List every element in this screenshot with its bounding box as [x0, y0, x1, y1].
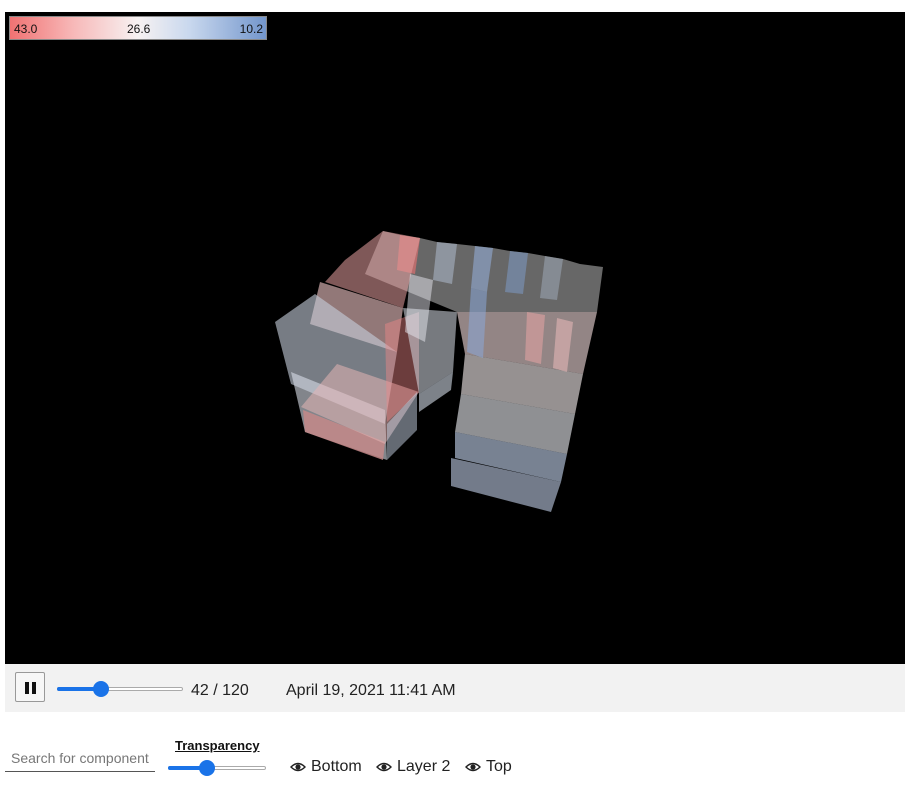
frame-slider-thumb[interactable] [93, 681, 110, 697]
layer-toggle-bottom[interactable]: Bottom [290, 758, 362, 776]
pause-button[interactable] [15, 672, 45, 702]
timestamp: April 19, 2021 11:41 AM [286, 682, 456, 699]
building-right-wing [451, 288, 597, 512]
transparency-slider-thumb[interactable] [199, 760, 216, 776]
3d-viewer[interactable]: 43.0 26.6 10.2 [5, 12, 905, 664]
building-model[interactable] [5, 12, 905, 664]
frame-counter: 42 / 120 [191, 682, 249, 699]
layer-toggle-layer-2[interactable]: Layer 2 [376, 758, 450, 776]
layer-toggle-top[interactable]: Top [465, 758, 512, 776]
playback-bar: 42 / 120 April 19, 2021 11:41 AM [5, 664, 905, 712]
eye-icon [290, 762, 306, 772]
eye-icon [465, 762, 481, 772]
layer-label: Bottom [311, 758, 362, 775]
eye-icon [376, 762, 392, 772]
transparency-label: Transparency [175, 738, 260, 753]
layer-label: Top [486, 758, 512, 775]
frame-slider[interactable] [57, 681, 183, 697]
layer-label: Layer 2 [397, 758, 451, 775]
transparency-slider[interactable] [168, 760, 266, 776]
building-left-wing [275, 231, 420, 460]
search-input[interactable] [5, 744, 155, 772]
